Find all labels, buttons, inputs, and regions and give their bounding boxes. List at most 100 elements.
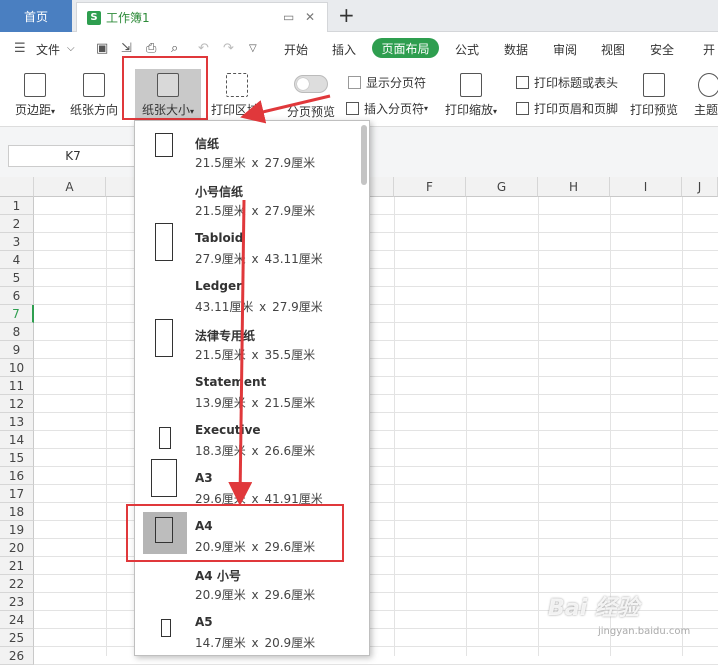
row-header[interactable]: 22 (0, 575, 34, 593)
paper-size-option[interactable]: A3 29.6厘米 x 41.91厘米 (135, 457, 369, 506)
column-header[interactable]: J (682, 177, 718, 197)
paper-size-highlight-box (122, 56, 208, 120)
paper-size-option[interactable]: 信纸 21.5厘米 x 27.9厘米 (135, 121, 369, 170)
menu-review[interactable]: 审阅 (553, 41, 577, 58)
print-titles-button[interactable]: 打印标题或表头 (516, 74, 618, 91)
menu-page-layout[interactable]: 页面布局 (372, 38, 439, 58)
print-preview-icon[interactable]: ⌕ (171, 41, 178, 56)
print-area-icon (226, 73, 248, 97)
paper-size-option[interactable]: Executive 18.3厘米 x 26.6厘米 (135, 409, 369, 458)
show-page-breaks-label: 显示分页符 (366, 76, 427, 90)
paper-size-name: Executive (195, 423, 261, 437)
row-header[interactable]: 4 (0, 251, 34, 269)
menu-security[interactable]: 安全 (650, 41, 674, 58)
paper-thumbnail-icon (155, 223, 173, 261)
row-header[interactable]: 12 (0, 395, 34, 413)
redo-icon[interactable]: ↷ (223, 41, 234, 56)
theme-button[interactable]: 主题 (694, 73, 718, 118)
row-header[interactable]: 19 (0, 521, 34, 539)
row-header[interactable]: 11 (0, 377, 34, 395)
print-preview-button[interactable]: 打印预览 (628, 73, 680, 118)
orientation-icon (83, 73, 105, 97)
paper-size-option[interactable]: Ledger 43.11厘米 x 27.9厘米 (135, 265, 369, 314)
insert-page-break-button[interactable]: 插入分页符 ▾ (346, 100, 428, 117)
row-header[interactable]: 26 (0, 647, 34, 665)
row-header[interactable]: 1 (0, 197, 34, 215)
new-tab-button[interactable]: + (338, 4, 355, 26)
undo-icon[interactable]: ↶ (198, 41, 209, 56)
print-titles-label: 打印标题或表头 (534, 76, 619, 90)
row-header[interactable]: 9 (0, 341, 34, 359)
insert-page-break-label: 插入分页符 (364, 102, 425, 116)
column-header[interactable]: A (34, 177, 106, 197)
menu-view[interactable]: 视图 (601, 41, 625, 58)
export-icon[interactable]: ⇲ (121, 41, 132, 56)
column-header[interactable]: H (538, 177, 610, 197)
pin-window-icon[interactable]: ▭ (283, 10, 294, 24)
watermark: Bai 经验 (548, 596, 639, 621)
row-header[interactable]: 5 (0, 269, 34, 287)
paper-size-dropdown[interactable]: 信纸 21.5厘米 x 27.9厘米 小号信纸 21.5厘米 x 27.9厘米 Tabl… (134, 120, 370, 656)
menu-start[interactable]: 开始 (284, 41, 308, 58)
row-header[interactable]: 7 (0, 305, 34, 323)
tab-home[interactable]: 首页 (0, 0, 72, 32)
menu-formulas[interactable]: 公式 (455, 41, 479, 58)
row-header[interactable]: 18 (0, 503, 34, 521)
row-header[interactable]: 14 (0, 431, 34, 449)
margins-button[interactable]: 页边距▾ (10, 73, 60, 118)
margins-icon (24, 73, 46, 97)
row-header[interactable]: 15 (0, 449, 34, 467)
column-header[interactable]: F (394, 177, 466, 197)
column-gridline (610, 197, 611, 656)
save-icon[interactable]: ▣ (96, 41, 108, 56)
menu-insert[interactable]: 插入 (332, 41, 356, 58)
select-all-corner[interactable] (0, 177, 34, 197)
show-page-breaks-checkbox[interactable]: 显示分页符 (348, 74, 426, 91)
print-scale-button[interactable]: 打印缩放▾ (442, 73, 500, 118)
row-header[interactable]: 10 (0, 359, 34, 377)
chevron-down-icon[interactable]: ⌵ (67, 43, 75, 54)
row-header[interactable]: 24 (0, 611, 34, 629)
row-header[interactable]: 3 (0, 233, 34, 251)
row-header[interactable]: 21 (0, 557, 34, 575)
menu-file[interactable]: 文件 (36, 41, 60, 58)
column-header[interactable]: G (466, 177, 538, 197)
menu-more[interactable]: 开 (703, 41, 715, 58)
print-header-footer-button[interactable]: 打印页眉和页脚 (516, 100, 618, 117)
column-gridline (682, 197, 683, 656)
close-tab-icon[interactable]: ✕ (305, 10, 315, 24)
row-header[interactable]: 8 (0, 323, 34, 341)
row-header[interactable]: 17 (0, 485, 34, 503)
title-bar: 首页 S 工作簿1 ▭ ✕ + (0, 0, 718, 32)
page-break-preview-button[interactable]: 分页预览 (284, 75, 338, 120)
orientation-button[interactable]: 纸张方向 (68, 73, 120, 118)
row-header[interactable]: 25 (0, 629, 34, 647)
customize-toolbar-icon[interactable]: ▽ (249, 43, 257, 54)
menu-data[interactable]: 数据 (504, 41, 528, 58)
workbook-tab-label: 工作簿1 (106, 11, 150, 25)
name-box[interactable]: K7 (8, 145, 138, 167)
column-header[interactable]: I (610, 177, 682, 197)
tab-workbook[interactable]: S 工作簿1 ▭ ✕ (76, 2, 328, 32)
print-header-footer-label: 打印页眉和页脚 (534, 102, 619, 116)
paper-size-option[interactable]: Tabloid 27.9厘米 x 43.11厘米 (135, 217, 369, 266)
row-header[interactable]: 16 (0, 467, 34, 485)
column-gridline (394, 197, 395, 656)
menu-bar: ☰ 文件 ⌵ ▣ ⇲ ⎙ ⌕ ↶ ↷ ▽ 开始 插入 页面布局 公式 数据 审阅… (0, 33, 718, 63)
hamburger-menu-icon[interactable]: ☰ (14, 41, 26, 56)
row-header[interactable]: 13 (0, 413, 34, 431)
row-header[interactable]: 6 (0, 287, 34, 305)
page-break-preview-toggle[interactable] (294, 75, 328, 93)
checkbox-icon (348, 76, 361, 89)
paper-size-option[interactable]: A5 14.7厘米 x 20.9厘米 (135, 601, 369, 650)
row-header[interactable]: 23 (0, 593, 34, 611)
paper-size-option[interactable]: 小号信纸 21.5厘米 x 27.9厘米 (135, 169, 369, 218)
watermark-url: jingyan.baidu.com (598, 626, 691, 637)
paper-size-option[interactable]: 法律专用纸 21.5厘米 x 35.5厘米 (135, 313, 369, 362)
print-preview-label: 打印预览 (629, 103, 678, 117)
row-header[interactable]: 20 (0, 539, 34, 557)
print-icon[interactable]: ⎙ (146, 41, 156, 56)
row-header[interactable]: 2 (0, 215, 34, 233)
print-area-button[interactable]: 打印区域▾ (206, 73, 268, 118)
paper-size-option[interactable]: Statement 13.9厘米 x 21.5厘米 (135, 361, 369, 410)
